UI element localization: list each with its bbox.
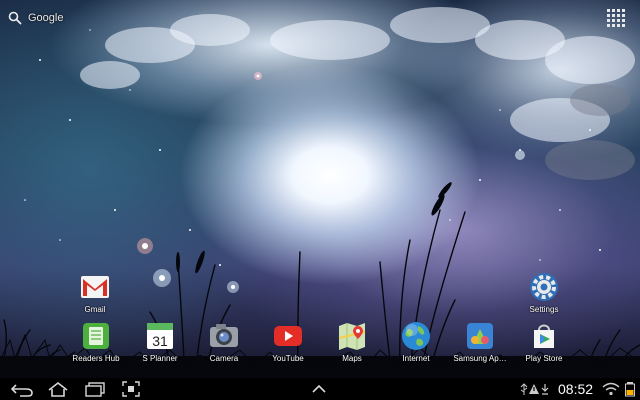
readers-hub-icon — [83, 323, 109, 349]
app-label: YouTube — [272, 354, 304, 363]
search-label: Google — [28, 12, 64, 24]
apps-grid-icon — [607, 9, 625, 27]
app-gmail[interactable]: Gmail — [65, 271, 125, 314]
warning-icon — [529, 384, 539, 394]
app-label: Camera — [209, 354, 239, 363]
wifi-icon — [602, 382, 620, 396]
app-settings[interactable]: Settings — [514, 271, 574, 314]
camera-icon — [210, 324, 238, 347]
home-icon[interactable] — [46, 381, 70, 397]
app-maps[interactable]: Maps — [322, 320, 382, 363]
clock: 08:52 — [558, 381, 594, 397]
battery-icon — [625, 382, 635, 397]
apps-button[interactable] — [606, 8, 628, 28]
app-camera[interactable]: Camera — [194, 320, 254, 363]
app-label: Settings — [529, 305, 559, 314]
app-internet[interactable]: Internet — [386, 320, 446, 363]
app-youtube[interactable]: YouTube — [258, 320, 318, 363]
app-label: Gmail — [84, 305, 106, 314]
up-chevron-icon[interactable] — [310, 381, 328, 397]
recent-apps-icon[interactable] — [84, 381, 106, 397]
app-label: Play Store — [525, 354, 563, 363]
usb-icon — [520, 383, 528, 395]
app-s-planner[interactable]: 31 S Planner — [130, 320, 190, 363]
app-samsung-apps[interactable]: Samsung Ap… — [450, 320, 510, 363]
download-icon — [541, 384, 549, 395]
screenshot-icon[interactable] — [122, 381, 140, 397]
app-label: Internet — [402, 354, 430, 363]
back-icon[interactable] — [10, 381, 34, 397]
app-play-store[interactable]: Play Store — [514, 320, 574, 363]
globe-icon — [402, 322, 430, 350]
calendar-icon: 31 — [147, 323, 173, 349]
youtube-icon — [274, 326, 302, 346]
google-search-bar[interactable]: Google — [8, 8, 63, 28]
maps-icon — [338, 323, 366, 350]
calendar-date: 31 — [152, 333, 168, 349]
app-readers-hub[interactable]: Readers Hub — [66, 320, 126, 363]
play-store-icon — [534, 324, 554, 348]
settings-gear-icon — [530, 273, 558, 301]
app-label: Samsung Ap… — [453, 354, 507, 363]
app-label: Maps — [342, 354, 362, 363]
gmail-icon — [81, 276, 109, 298]
status-icons — [520, 383, 549, 395]
app-label: S Planner — [142, 354, 178, 363]
system-navigation-bar: 08:52 — [0, 378, 640, 400]
search-icon — [8, 11, 22, 25]
samsung-apps-icon — [467, 323, 493, 349]
app-label: Readers Hub — [72, 354, 120, 363]
